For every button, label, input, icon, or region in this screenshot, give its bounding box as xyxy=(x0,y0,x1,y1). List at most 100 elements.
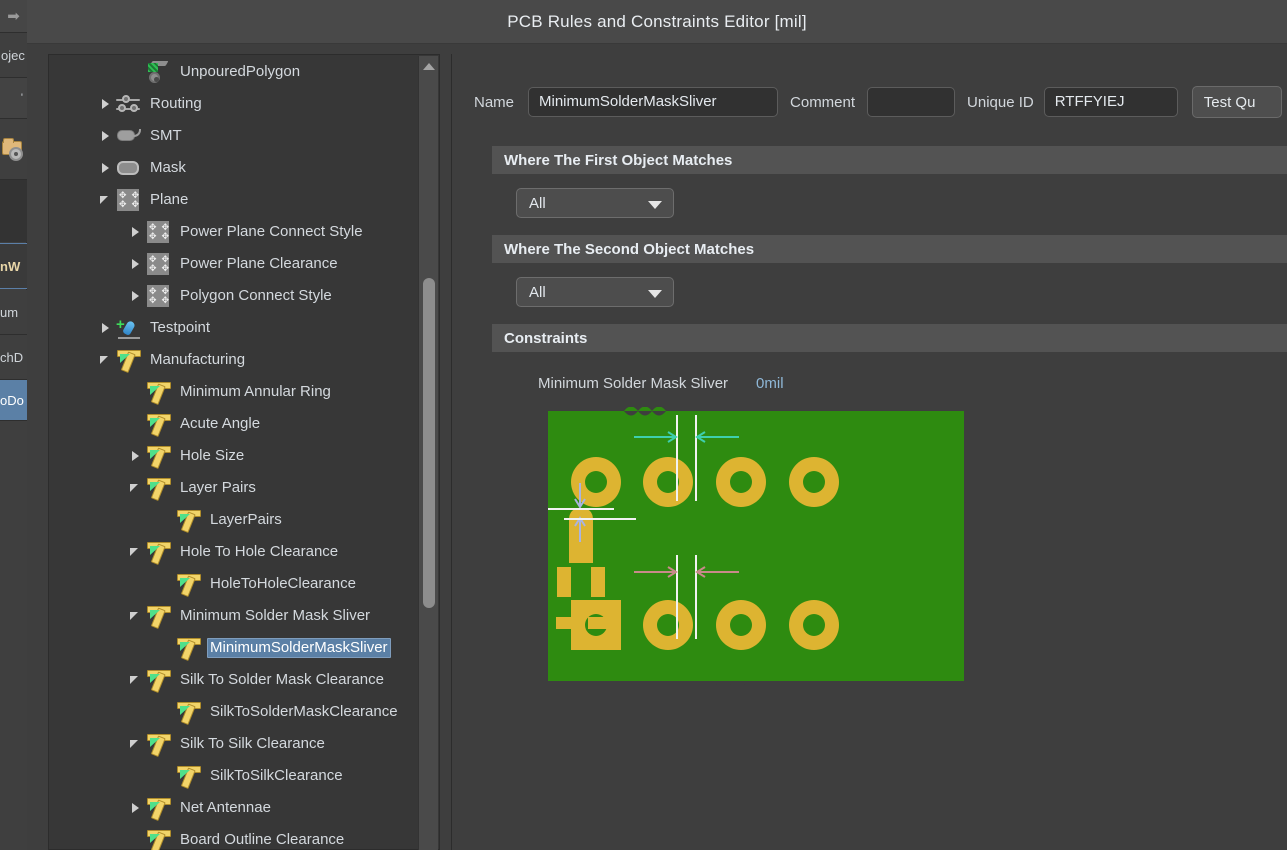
test-query-button[interactable]: Test Qu xyxy=(1191,86,1282,118)
tree-item-silk-to-solder-mask-clearance[interactable]: Silk To Solder Mask Clearance xyxy=(50,664,418,696)
tree-item-smt[interactable]: SMT xyxy=(50,120,418,152)
unique-id-input[interactable]: RTFFYIEJ xyxy=(1043,87,1178,117)
collapse-arrow-icon[interactable] xyxy=(128,544,144,560)
document-entry-um[interactable]: um xyxy=(0,290,27,334)
comment-input[interactable] xyxy=(867,87,956,117)
tree-vertical-scrollbar[interactable] xyxy=(418,56,438,850)
scrollbar-thumb[interactable] xyxy=(423,278,435,608)
manufacturing-icon xyxy=(146,444,172,468)
tree-item-silktosilkclearance[interactable]: SilkToSilkClearance xyxy=(50,760,418,792)
tree-item-hole-size[interactable]: Hole Size xyxy=(50,440,418,472)
tree-item-label: LayerPairs xyxy=(210,510,282,528)
tree-item-label: Board Outline Clearance xyxy=(180,830,345,848)
expand-arrow-icon[interactable] xyxy=(128,800,144,816)
name-input[interactable]: MinimumSolderMaskSliver xyxy=(528,87,779,117)
document-entry-um-label: um xyxy=(0,304,19,320)
collapse-arrow-icon[interactable] xyxy=(128,480,144,496)
tree-item-silktosoldermaskclearance[interactable]: SilkToSolderMaskClearance xyxy=(50,696,418,728)
document-entry-odo-selected[interactable]: oDo xyxy=(0,380,27,420)
tree-item-testpoint[interactable]: + Testpoint xyxy=(50,312,418,344)
tree-item-unpouredpolygon[interactable]: UnpouredPolygon xyxy=(50,56,418,88)
manufacturing-icon xyxy=(176,700,202,724)
rule-editor-pane: Name MinimumSolderMaskSliver Comment Uni… xyxy=(451,54,1287,850)
comment-label: Comment xyxy=(790,93,856,111)
pad-ring-top-4 xyxy=(789,457,839,507)
expand-arrow-icon[interactable] xyxy=(128,256,144,272)
scroll-up-icon[interactable] xyxy=(419,56,439,76)
tree-item-label: Plane xyxy=(150,190,189,208)
tree-item-minimumsoldermasksliver[interactable]: MinimumSolderMaskSliver xyxy=(50,632,418,664)
testpoint-icon: + xyxy=(116,316,142,340)
collapse-arrow-icon[interactable] xyxy=(98,352,114,368)
first-object-scope-select[interactable]: All xyxy=(516,188,674,218)
tree-item-net-antennae[interactable]: Net Antennae xyxy=(50,792,418,824)
tree-item-label: Silk To Silk Clearance xyxy=(180,734,325,752)
rules-tree[interactable]: UnpouredPolygon Routing SMT Mask ✥ ✥ ✥ ✥ Plane ✥ ✥… xyxy=(50,56,418,850)
tree-item-acute-angle[interactable]: Acute Angle xyxy=(50,408,418,440)
smt-icon xyxy=(116,124,142,148)
tree-item-label: Power Plane Clearance xyxy=(180,254,338,272)
manufacturing-icon xyxy=(116,348,142,372)
toolbar-tick-label: ' xyxy=(20,92,23,104)
expand-arrow-icon[interactable] xyxy=(128,288,144,304)
tree-item-label: SilkToSolderMaskClearance xyxy=(210,702,398,720)
folder-gear-glyph xyxy=(1,136,27,162)
tree-item-layerpairs[interactable]: LayerPairs xyxy=(50,504,418,536)
manufacturing-icon xyxy=(176,508,202,532)
manufacturing-icon xyxy=(176,764,202,788)
first-object-scope-value: All xyxy=(529,194,546,212)
tree-item-power-plane-connect-style[interactable]: ✥ ✥ ✥ ✥ Power Plane Connect Style xyxy=(50,216,418,248)
folder-settings-icon[interactable] xyxy=(0,119,27,179)
tree-item-label: UnpouredPolygon xyxy=(180,62,301,80)
panel-blank-region xyxy=(0,180,27,242)
tree-item-minimum-solder-mask-sliver[interactable]: Minimum Solder Mask Sliver xyxy=(50,600,418,632)
tree-item-plane[interactable]: ✥ ✥ ✥ ✥ Plane xyxy=(50,184,418,216)
document-entry-chd-label: chD xyxy=(0,349,24,365)
constraint-value[interactable]: 0mil xyxy=(756,375,784,392)
plane-icon: ✥ ✥ ✥ ✥ xyxy=(147,253,169,275)
rules-tree-panel: UnpouredPolygon Routing SMT Mask ✥ ✥ ✥ ✥ Plane ✥ ✥… xyxy=(48,54,440,850)
document-entry-odo-label: oDo xyxy=(0,392,24,408)
expand-arrow-icon[interactable] xyxy=(128,224,144,240)
collapse-arrow-icon[interactable] xyxy=(128,736,144,752)
tree-item-layer-pairs[interactable]: Layer Pairs xyxy=(50,472,418,504)
tree-item-hole-to-hole-clearance[interactable]: Hole To Hole Clearance xyxy=(50,536,418,568)
tree-item-label: Polygon Connect Style xyxy=(180,286,332,304)
collapse-arrow-icon[interactable] xyxy=(128,608,144,624)
tree-item-silk-to-silk-clearance[interactable]: Silk To Silk Clearance xyxy=(50,728,418,760)
tree-item-board-outline-clearance[interactable]: Board Outline Clearance xyxy=(50,824,418,850)
pad-ring-top-2 xyxy=(643,457,693,507)
second-object-scope-value: All xyxy=(529,283,546,301)
document-entry-chd[interactable]: chD xyxy=(0,335,27,379)
expand-arrow-icon[interactable] xyxy=(98,96,114,112)
tree-item-routing[interactable]: Routing xyxy=(50,88,418,120)
pad-ring-bottom-2 xyxy=(643,600,693,650)
manufacturing-icon xyxy=(146,668,172,692)
tree-item-label: Mask xyxy=(150,158,186,176)
tree-item-holetoholeclearance[interactable]: HoleToHoleClearance xyxy=(50,568,418,600)
collapse-arrow-icon[interactable] xyxy=(98,192,114,208)
tree-item-power-plane-clearance[interactable]: ✥ ✥ ✥ ✥ Power Plane Clearance xyxy=(50,248,418,280)
expand-arrow-icon[interactable] xyxy=(98,160,114,176)
tree-item-manufacturing[interactable]: Manufacturing xyxy=(50,344,418,376)
arrow-right-glyph: ➡ xyxy=(7,8,20,25)
arrow-right-icon[interactable]: ➡ xyxy=(0,0,27,32)
expand-arrow-icon[interactable] xyxy=(128,448,144,464)
tree-item-minimum-annular-ring[interactable]: Minimum Annular Ring xyxy=(50,376,418,408)
name-row: Name MinimumSolderMaskSliver Comment Uni… xyxy=(452,84,1287,120)
tree-item-mask[interactable]: Mask xyxy=(50,152,418,184)
plane-icon: ✥ ✥ ✥ ✥ xyxy=(117,189,139,211)
expand-arrow-icon[interactable] xyxy=(98,128,114,144)
collapse-arrow-icon[interactable] xyxy=(128,672,144,688)
projects-tab-fragment[interactable]: ojec xyxy=(0,33,27,77)
document-entry-nw[interactable]: nW xyxy=(0,243,27,289)
panel-empty-region xyxy=(0,421,27,850)
toolbar-fragment[interactable]: ' xyxy=(0,78,27,118)
second-object-scope-select[interactable]: All xyxy=(516,277,674,307)
expand-arrow-icon[interactable] xyxy=(98,320,114,336)
tree-item-polygon-connect-style[interactable]: ✥ ✥ ✥ ✥ Polygon Connect Style xyxy=(50,280,418,312)
